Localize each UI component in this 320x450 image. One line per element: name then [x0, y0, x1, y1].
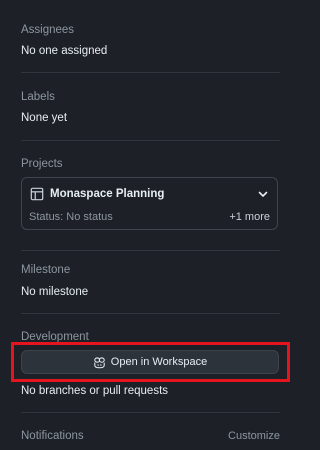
project-status[interactable]: Status: No status [29, 210, 113, 224]
milestone-value: No milestone [21, 286, 89, 298]
open-in-workspace-button[interactable]: Open in Workspace [21, 350, 279, 374]
milestone-title[interactable]: Milestone [21, 263, 280, 277]
labels-value: None yet [21, 112, 68, 124]
development-title[interactable]: Development [21, 330, 280, 344]
milestone-value-wrap: No milestone [21, 285, 280, 299]
labels-title[interactable]: Labels [21, 90, 280, 104]
assignees-section: Assignees [21, 23, 280, 37]
project-name[interactable]: Monaspace Planning [50, 187, 164, 201]
assignees-value-wrap: No one assigned [21, 44, 280, 58]
divider [21, 72, 280, 73]
labels-section: Labels [21, 90, 280, 104]
project-card[interactable]: Monaspace Planning Status: No status +1 … [21, 177, 278, 230]
issue-sidebar: Assignees No one assigned Labels None ye… [0, 0, 311, 450]
projects-title[interactable]: Projects [21, 157, 280, 171]
milestone-section: Milestone [21, 263, 280, 277]
development-section: Development [21, 330, 280, 344]
assignees-value: No one assigned [21, 45, 108, 57]
divider [21, 313, 280, 314]
divider [21, 140, 280, 141]
divider [21, 412, 280, 413]
assignees-title[interactable]: Assignees [21, 23, 280, 37]
customize-notifications-link[interactable]: Customize [228, 429, 280, 443]
chevron-down-icon[interactable] [257, 188, 269, 200]
divider [21, 250, 280, 251]
more-projects-link[interactable]: +1 more [229, 210, 270, 224]
copilot-icon [94, 356, 105, 368]
development-value-wrap: No branches or pull requests [21, 384, 280, 398]
open-in-workspace-label: Open in Workspace [110, 356, 208, 368]
table-icon [30, 187, 44, 201]
development-value: No branches or pull requests [21, 385, 169, 397]
projects-section: Projects [21, 157, 280, 171]
labels-value-wrap: None yet [21, 111, 280, 125]
